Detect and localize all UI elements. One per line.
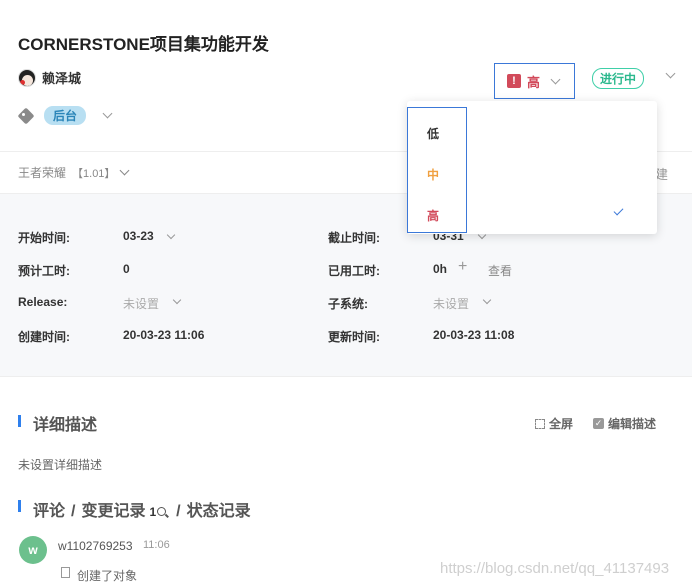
due-time-label: 截止时间: bbox=[328, 231, 380, 245]
tab-separator: / bbox=[71, 503, 76, 520]
subsystem-value[interactable]: 未设置 bbox=[433, 295, 469, 312]
start-time-chevron-icon[interactable] bbox=[166, 230, 176, 240]
edit-icon: ✓ bbox=[593, 418, 604, 429]
activity-user: w1102769253 bbox=[58, 539, 133, 553]
chevron-down-icon bbox=[119, 165, 130, 176]
tag-row: 后台 bbox=[17, 106, 113, 125]
estimate-value[interactable]: 0 bbox=[123, 262, 130, 276]
priority-alert-icon: ! bbox=[507, 74, 521, 88]
chevron-down-icon bbox=[550, 74, 561, 84]
updated-value: 20-03-23 11:08 bbox=[433, 328, 515, 342]
fullscreen-icon bbox=[535, 418, 545, 429]
activity-action: 创建了对象 bbox=[77, 569, 138, 583]
check-icon bbox=[613, 205, 624, 216]
tab-separator: / bbox=[176, 503, 181, 520]
tab-status-log[interactable]: 状态记录 bbox=[187, 497, 251, 521]
tag-pill[interactable]: 后台 bbox=[44, 106, 87, 125]
start-time-label: 开始时间: bbox=[18, 231, 70, 245]
description-title: 详细描述 bbox=[33, 417, 98, 434]
status-chevron-down-icon[interactable] bbox=[665, 68, 676, 79]
fullscreen-button[interactable]: 全屏 bbox=[535, 415, 573, 432]
avatar: w bbox=[19, 536, 47, 564]
tag-chevron-down-icon[interactable] bbox=[102, 108, 113, 119]
dropdown-focus-ring bbox=[407, 107, 467, 233]
release-chevron-icon[interactable] bbox=[172, 295, 182, 305]
project-select[interactable]: 王者荣耀 【1.01】 bbox=[18, 164, 130, 181]
start-time-value[interactable]: 03-23 bbox=[123, 229, 154, 243]
project-version: 【1.01】 bbox=[72, 167, 116, 180]
watermark: https://blog.csdn.net/qq_41137493 bbox=[440, 560, 670, 577]
created-label: 创建时间: bbox=[18, 330, 70, 344]
edit-description-label: 编辑描述 bbox=[608, 417, 657, 431]
search-icon[interactable] bbox=[157, 507, 167, 516]
section-marker bbox=[18, 500, 21, 512]
used-time-label: 已用工时: bbox=[328, 264, 380, 278]
tab-comments[interactable]: 评论 bbox=[33, 497, 65, 521]
view-time-link[interactable]: 查看 bbox=[488, 262, 512, 279]
release-label: Release: bbox=[18, 295, 68, 309]
status-badge[interactable]: 进行中 bbox=[592, 68, 645, 89]
activity-tabs: 评论 / 变更记录 1 / 状态记录 bbox=[33, 497, 251, 521]
priority-label: 高 bbox=[527, 74, 541, 90]
updated-label: 更新时间: bbox=[328, 330, 380, 344]
fullscreen-label: 全屏 bbox=[549, 417, 574, 431]
project-name: 王者荣耀 bbox=[18, 166, 67, 180]
tag-icon bbox=[17, 107, 35, 124]
assignee[interactable]: 赖泽城 bbox=[18, 68, 81, 87]
subsystem-chevron-icon[interactable] bbox=[482, 295, 492, 305]
avatar bbox=[18, 68, 36, 87]
edit-description-button[interactable]: ✓ 编辑描述 bbox=[593, 415, 656, 432]
priority-select[interactable]: ! 高 bbox=[494, 63, 575, 99]
section-marker bbox=[18, 415, 21, 427]
change-count: 1 bbox=[149, 505, 157, 519]
used-time-value: 0h bbox=[433, 262, 448, 276]
description-empty-text: 未设置详细描述 bbox=[18, 458, 103, 472]
estimate-label: 预计工时: bbox=[18, 264, 70, 278]
subsystem-label: 子系统: bbox=[328, 297, 368, 311]
tab-change-log[interactable]: 变更记录 bbox=[81, 497, 145, 521]
add-time-icon[interactable]: + bbox=[458, 258, 467, 276]
page-title: CORNERSTONE项目集功能开发 bbox=[18, 35, 269, 54]
created-value: 20-03-23 11:06 bbox=[123, 328, 205, 342]
assignee-name: 赖泽城 bbox=[42, 71, 82, 86]
release-value[interactable]: 未设置 bbox=[123, 295, 159, 312]
document-icon bbox=[61, 567, 70, 578]
activity-time: 11:06 bbox=[143, 539, 170, 551]
